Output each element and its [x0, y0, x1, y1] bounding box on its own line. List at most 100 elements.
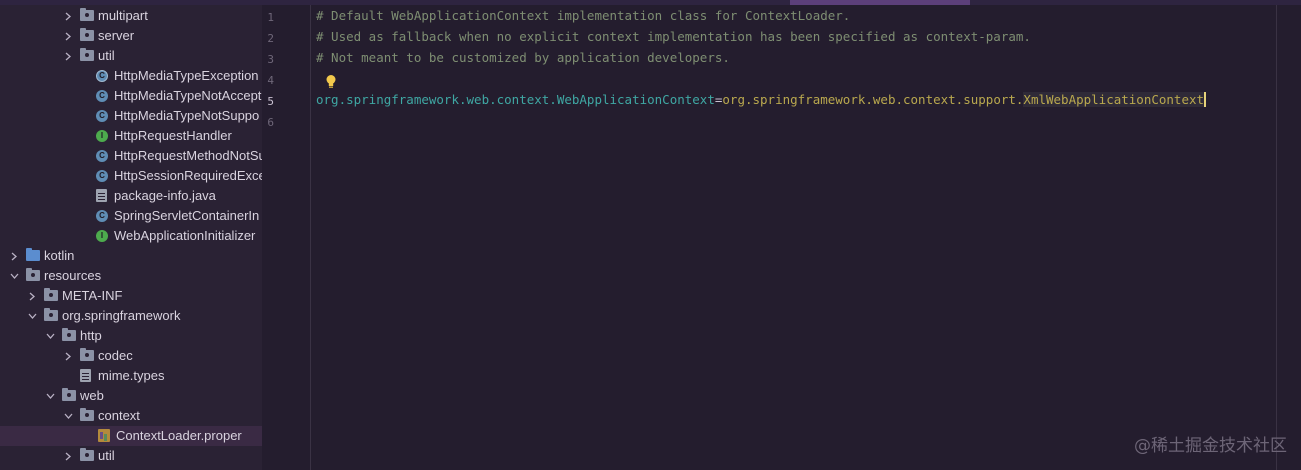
tree-item-label: web — [80, 388, 104, 403]
folder-icon — [80, 8, 94, 21]
property-value-class[interactable]: XmlWebApplicationContext — [1023, 92, 1205, 107]
chevron-right-icon[interactable] — [26, 286, 38, 306]
file-icon — [80, 369, 91, 382]
tree-item[interactable]: ContextLoader.proper — [0, 426, 262, 446]
tree-item-label: kotlin — [44, 248, 75, 263]
interface-icon: I — [96, 130, 108, 142]
chevron-down-icon[interactable] — [8, 266, 20, 286]
class-icon: C — [96, 150, 108, 162]
class-icon: C — [96, 210, 108, 222]
chevron-right-icon[interactable] — [62, 6, 74, 26]
property-line[interactable]: org.springframework.web.context.WebAppli… — [316, 90, 1207, 110]
tree-item-label: org.springframework — [62, 308, 181, 323]
tree-item-label: ContextLoader.proper — [116, 428, 242, 443]
tree-item[interactable]: context — [0, 406, 262, 426]
chevron-right-icon[interactable] — [62, 46, 74, 66]
tree-item[interactable]: util — [0, 446, 262, 466]
tree-item-label: util — [98, 48, 115, 63]
folder-icon — [44, 308, 58, 321]
tree-item[interactable]: C HttpMediaTypeNotAccept — [0, 86, 262, 106]
tree-item-label: HttpMediaTypeNotSuppo — [114, 108, 260, 123]
tree-item-label: SpringServletContainerIn — [114, 208, 260, 223]
folder-icon — [62, 328, 76, 341]
tree-item-label: resources — [44, 268, 102, 283]
tree-item[interactable]: kotlin — [0, 246, 262, 266]
line-number-gutter: 1 2 3 4 5 6 — [262, 5, 311, 470]
tree-item-label: package-info.java — [114, 188, 216, 203]
tree-item[interactable]: package-info.java — [0, 186, 262, 206]
tree-item[interactable]: C SpringServletContainerIn — [0, 206, 262, 226]
file-icon — [96, 189, 107, 202]
tree-item-label: WebApplicationInitializer — [114, 228, 256, 243]
watermark: @稀土掘金技术社区 — [1134, 436, 1287, 456]
line-number: 6 — [267, 116, 274, 129]
tree-item[interactable]: I HttpRequestHandler — [0, 126, 262, 146]
chevron-right-icon[interactable] — [8, 246, 20, 266]
tree-item-label: context — [98, 408, 140, 423]
chevron-right-icon[interactable] — [62, 26, 74, 46]
comment-line: # Not meant to be customized by applicat… — [316, 50, 730, 65]
folder-icon — [80, 448, 94, 461]
tree-item[interactable]: org.springframework — [0, 306, 262, 326]
class-icon: C — [96, 110, 108, 122]
chevron-down-icon[interactable] — [44, 326, 56, 346]
source-folder-icon — [26, 248, 40, 261]
right-margin-guide — [1276, 5, 1277, 470]
tree-item-label: HttpMediaTypeException — [114, 68, 259, 83]
tree-item[interactable]: I WebApplicationInitializer — [0, 226, 262, 246]
tree-item[interactable]: util — [0, 46, 262, 66]
comment-line: # Used as fallback when no explicit cont… — [316, 29, 1031, 44]
tree-item[interactable]: codec — [0, 346, 262, 366]
line-number: 3 — [267, 53, 274, 66]
interface-icon: I — [96, 230, 108, 242]
code-editor[interactable]: # Default WebApplicationContext implemen… — [311, 5, 1301, 470]
folder-icon — [80, 408, 94, 421]
tree-item[interactable]: C HttpMediaTypeNotSuppo — [0, 106, 262, 126]
tree-item-label: multipart — [98, 8, 148, 23]
tree-item-label: http — [80, 328, 102, 343]
tree-item-label: util — [98, 448, 115, 463]
line-number: 4 — [267, 74, 274, 87]
project-tree-panel[interactable]: multipart server util C HttpMediaTypeExcepti… — [0, 5, 262, 470]
properties-file-icon — [98, 429, 110, 442]
chevron-down-icon[interactable] — [26, 306, 38, 326]
text-caret — [1204, 92, 1207, 107]
tree-item-label: codec — [98, 348, 133, 363]
class-icon: C — [96, 170, 108, 182]
property-key: org.springframework.web.context.WebAppli… — [316, 92, 715, 107]
tree-item[interactable]: C HttpRequestMethodNotSu — [0, 146, 262, 166]
line-number: 1 — [267, 11, 274, 24]
folder-icon — [62, 388, 76, 401]
tree-item[interactable]: C HttpSessionRequiredExce — [0, 166, 262, 186]
tree-item-label: HttpMediaTypeNotAccept — [114, 88, 262, 103]
tree-item[interactable]: META-INF — [0, 286, 262, 306]
intention-bulb-icon[interactable] — [325, 74, 337, 90]
chevron-right-icon[interactable] — [62, 446, 74, 466]
tree-item[interactable]: multipart — [0, 6, 262, 26]
tree-item-label: HttpRequestHandler — [114, 128, 232, 143]
tree-item-label: HttpRequestMethodNotSu — [114, 148, 262, 163]
line-number: 2 — [267, 32, 274, 45]
tree-item-label: HttpSessionRequiredExce — [114, 168, 262, 183]
tree-item[interactable]: C HttpMediaTypeException — [0, 66, 262, 86]
chevron-right-icon[interactable] — [62, 346, 74, 366]
tree-item[interactable]: resources — [0, 266, 262, 286]
folder-icon — [80, 348, 94, 361]
class-icon: C — [96, 90, 108, 102]
tree-item-label: META-INF — [62, 288, 123, 303]
tree-item-label: mime.types — [98, 368, 165, 383]
comment-line: # Default WebApplicationContext implemen… — [316, 8, 851, 23]
tree-item-label: server — [98, 28, 135, 43]
chevron-down-icon[interactable] — [62, 406, 74, 426]
current-line-number: 5 — [267, 95, 274, 108]
folder-icon — [80, 28, 94, 41]
chevron-down-icon[interactable] — [44, 386, 56, 406]
tree-item[interactable]: web — [0, 386, 262, 406]
tree-item[interactable]: http — [0, 326, 262, 346]
folder-icon — [80, 48, 94, 61]
class-exception-icon: C — [96, 70, 108, 82]
tree-item[interactable]: server — [0, 26, 262, 46]
property-value-package: org.springframework.web.context.support. — [722, 92, 1024, 107]
tree-item[interactable]: mime.types — [0, 366, 262, 386]
resources-folder-icon — [26, 268, 40, 281]
